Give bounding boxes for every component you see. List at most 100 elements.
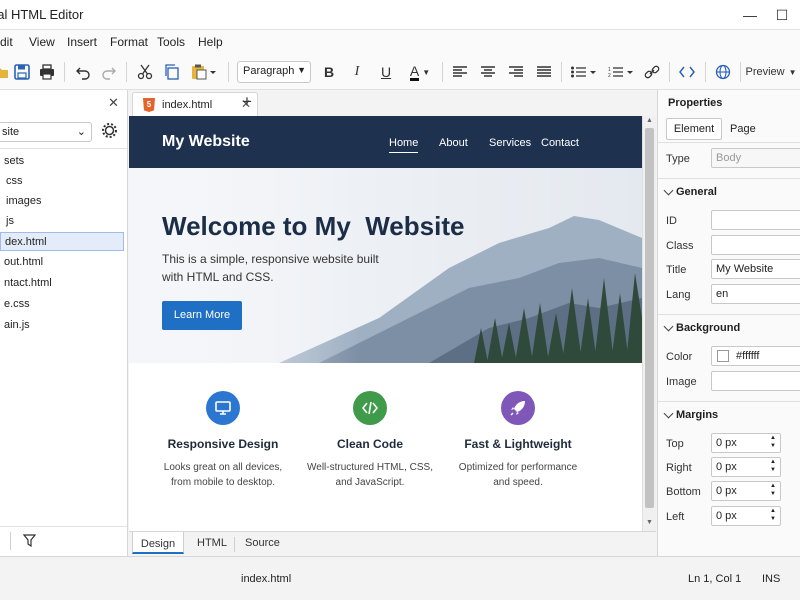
tree-file-main-js[interactable]: ain.js [0,316,124,335]
status-file: index.html [241,573,292,585]
title-field[interactable]: My Website [711,259,800,279]
font-color-button[interactable]: A ▼ [405,60,435,84]
margin-bottom-stepper[interactable]: 0 px ▲ ▼ [711,481,781,501]
align-justify-icon[interactable] [535,60,553,84]
save-icon[interactable] [12,60,32,84]
tab-index-html[interactable]: 5 index.html ✕ [132,92,258,116]
preview-button[interactable]: Preview ▼ [745,60,797,84]
tree-folder-css[interactable]: css [0,172,124,191]
menu-help[interactable]: Help [198,35,223,49]
code-view-icon[interactable] [677,60,697,84]
scroll-down-icon[interactable]: ▼ [646,519,653,526]
bold-button[interactable]: B [319,60,339,84]
tree-folder-assets[interactable]: sets [0,152,124,171]
section-margins[interactable]: Margins [658,401,800,427]
align-center-icon[interactable] [479,60,497,84]
nav-contact[interactable]: Contact [541,137,579,149]
globe-icon[interactable] [713,60,733,84]
color-value: #ffffff [736,350,760,362]
scrollbar-thumb[interactable] [645,128,654,508]
feature-title: Responsive Design [167,437,279,451]
menu-edit[interactable]: dit [0,35,13,49]
chevron-down-icon: ⌄ [76,126,86,138]
copy-icon[interactable] [162,60,182,84]
tree-file-contact[interactable]: ntact.html [0,274,124,293]
tree-file-index[interactable]: dex.html [0,232,124,251]
maximize-button[interactable]: ☐ [772,5,792,25]
chevron-down-icon: ▼ [788,67,797,77]
feature-title: Fast & Lightweight [464,437,572,451]
color-field[interactable]: #ffffff [711,346,800,366]
menu-view[interactable]: View [29,35,55,49]
align-left-icon[interactable] [451,60,469,84]
id-field[interactable] [711,210,800,230]
design-canvas[interactable]: My Website Home About Services Contact W… [129,116,642,531]
bullet-list-icon[interactable] [570,60,598,84]
class-field[interactable] [711,235,800,255]
feature-line-2: and speed. [493,477,543,488]
scroll-up-icon[interactable]: ▲ [646,117,653,124]
tab-source[interactable]: Source [245,537,280,549]
title-label: Title [666,264,687,276]
nav-services[interactable]: Services [489,137,531,149]
menu-tools[interactable]: Tools [157,35,185,49]
cut-icon[interactable] [135,60,155,84]
stepper-arrows-icon[interactable]: ▲ ▼ [770,482,776,498]
stepper-arrows-icon[interactable]: ▲ ▼ [770,434,776,450]
minimize-button[interactable]: — [740,5,760,25]
learn-more-button[interactable]: Learn More [162,301,242,330]
chevron-down-icon [663,185,674,196]
tree-file-about[interactable]: out.html [0,253,124,272]
feature-line-2: and JavaScript. [335,477,405,488]
menu-insert[interactable]: Insert [67,35,97,49]
margin-left-stepper[interactable]: 0 px ▲ ▼ [711,506,781,526]
link-icon[interactable] [642,60,662,84]
tree-file-style-css[interactable]: e.css [0,295,124,314]
redo-icon[interactable] [99,60,119,84]
gear-icon[interactable] [102,123,117,141]
color-swatch[interactable] [717,350,729,362]
tab-html[interactable]: HTML [197,537,227,549]
image-field[interactable] [711,371,800,391]
print-icon[interactable] [37,60,57,84]
vertical-scrollbar[interactable]: ▲ ▼ [642,116,656,531]
properties-title: Properties [668,97,723,109]
tab-page[interactable]: Page [730,123,756,135]
align-right-icon[interactable] [507,60,525,84]
close-icon[interactable]: ✕ [108,95,119,111]
section-general[interactable]: General [658,178,800,204]
paragraph-format-select[interactable]: Paragraph ▼ [237,61,311,83]
open-folder-icon[interactable] [0,60,8,84]
nav-about[interactable]: About [439,137,468,149]
undo-icon[interactable] [73,60,93,84]
section-background[interactable]: Background [658,314,800,340]
paste-icon[interactable] [189,60,219,84]
svg-text:2: 2 [608,73,611,78]
feature-line-2: from mobile to desktop. [171,477,275,488]
tree-folder-js[interactable]: js [0,212,124,231]
site-brand[interactable]: My Website [162,133,250,151]
nav-home[interactable]: Home [389,137,419,153]
menu-format[interactable]: Format [110,35,148,49]
chevron-down-icon: ▼ [297,65,306,75]
italic-button[interactable]: I [347,60,367,84]
tree-folder-images[interactable]: images [0,192,124,211]
new-tab-button[interactable]: + [242,92,252,112]
tab-design[interactable]: Design [132,532,184,554]
hero-text-line-1: This is a simple, responsive website bui… [162,252,379,266]
tab-element[interactable]: Element [666,118,722,140]
paragraph-format-value: Paragraph [243,65,295,77]
lang-field[interactable]: en [711,284,800,304]
margin-right-stepper[interactable]: 0 px ▲ ▼ [711,457,781,477]
margin-top-stepper[interactable]: 0 px ▲ ▼ [711,433,781,453]
stepper-arrows-icon[interactable]: ▲ ▼ [770,507,776,523]
stepper-arrows-icon[interactable]: ▲ ▼ [770,458,776,474]
underline-button[interactable]: U [376,60,396,84]
numbered-list-icon[interactable]: 12 [607,60,635,84]
view-mode-tabs: Design HTML Source [129,531,656,556]
filter-icon[interactable] [22,534,37,550]
margin-left-label: Left [666,511,685,523]
code-icon [353,391,387,425]
monitor-icon [206,391,240,425]
site-select[interactable]: site ⌄ [0,122,92,142]
